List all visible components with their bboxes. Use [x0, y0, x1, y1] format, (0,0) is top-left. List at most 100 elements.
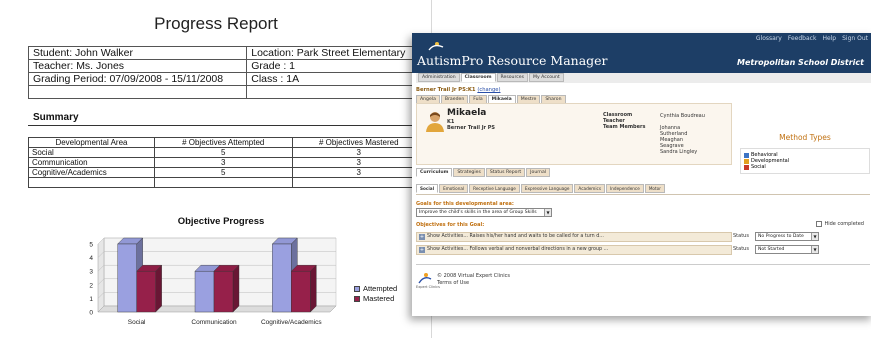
feedback-link[interactable]: Feedback	[788, 35, 817, 42]
grading-period: Grading Period: 07/09/2008 - 15/11/2008	[27, 72, 248, 86]
glossary-link[interactable]: Glossary	[756, 35, 782, 42]
goal-select[interactable]: Improve the child's skills in the area o…	[416, 208, 552, 217]
footer-divider	[416, 264, 870, 265]
expand-icon[interactable]: +	[419, 234, 425, 240]
change-class-link[interactable]: (change)	[477, 87, 500, 93]
team-member: Sandra Lingley	[660, 149, 698, 155]
tab-area-social[interactable]: Social	[416, 184, 439, 193]
hide-completed-toggle[interactable]: Hide completed	[816, 221, 864, 227]
progress-report-document: Progress Report Student: John Walker Loc…	[0, 0, 432, 338]
summary-cell: Communication	[28, 157, 155, 168]
summary-divider	[28, 125, 426, 126]
x-tick-label: Communication	[191, 319, 237, 326]
y-tick-label: 1	[89, 296, 93, 303]
objective-row[interactable]: + Show Activities... Raises his/her hand…	[416, 232, 732, 242]
tab-status-report[interactable]: Status Report	[485, 168, 526, 177]
summary-cell	[153, 177, 293, 188]
student-info-table: Student: John Walker Location: Park Stre…	[27, 46, 426, 99]
behavioral-swatch-icon	[744, 152, 749, 158]
tab-my-account[interactable]: My Account	[528, 73, 564, 82]
chevron-down-icon: ▼	[811, 233, 818, 240]
learner-name: Mikaela	[447, 108, 487, 118]
breadcrumb-class: Berner Trail Jr PS:K1	[416, 87, 476, 93]
chart-legend: Attempted Mastered	[354, 284, 397, 304]
learner-school: Berner Trail Jr PS	[447, 125, 496, 131]
tab-area-motor[interactable]: Motor	[644, 184, 665, 193]
terms-of-use-link[interactable]: Terms of Use	[437, 280, 510, 287]
bar-mastered-social	[136, 271, 156, 313]
bar-attempted-social	[117, 243, 137, 313]
table-row: Communication 3 3	[28, 157, 426, 168]
autismpro-logo-icon	[428, 42, 444, 51]
tab-area-receptive-language[interactable]: Receptive Language	[469, 184, 520, 193]
footer: © 2008 Virtual Expert Clinics Terms of U…	[437, 273, 510, 287]
goal-selected-value: Improve the child's skills in the area o…	[419, 210, 537, 215]
method-types-panel: Method Types Behavioral Developmental So…	[740, 103, 870, 174]
developmental-swatch-icon	[744, 158, 749, 164]
learner-field-values: Cynthia Boudreau Johanna Sutherland Meag…	[660, 113, 705, 155]
table-row: Social 5 3	[28, 147, 426, 158]
table-row: Cognitive/Academics 5 3	[28, 167, 426, 178]
sign-out-link[interactable]: Sign Out	[842, 35, 868, 42]
y-tick-label: 4	[89, 255, 93, 262]
tab-area-expressive-language[interactable]: Expressive Language	[520, 184, 574, 193]
class: Class : 1A	[246, 72, 426, 86]
table-row	[28, 177, 426, 188]
legend-swatch	[354, 296, 360, 302]
chevron-down-icon: ▼	[811, 246, 818, 253]
learner-panel: Mikaela K1 Berner Trail Jr PS Classroom …	[416, 103, 732, 165]
bar-mastered-communication	[213, 271, 234, 313]
objective-text: Show Activities... Raises his/her hand a…	[427, 234, 604, 239]
summary-header-mastered: # Objectives Mastered	[291, 137, 426, 148]
legend-swatch	[354, 286, 360, 292]
objective-status-select[interactable]: Not Started ▼	[755, 245, 819, 254]
method-types-title: Method Types	[779, 133, 831, 142]
summary-header-attempted: # Objectives Attempted	[153, 137, 293, 148]
summary-cell: 5	[153, 147, 293, 158]
bar-mastered-communication-side	[232, 264, 240, 313]
bar-attempted-communication	[194, 271, 215, 313]
tab-journal[interactable]: Journal	[526, 168, 551, 177]
status-label: Status	[733, 246, 749, 252]
tab-classroom[interactable]: Classroom	[460, 73, 496, 82]
tab-resources[interactable]: Resources	[496, 73, 528, 82]
summary-cell	[28, 177, 155, 188]
hide-completed-checkbox[interactable]	[816, 221, 823, 227]
objectives-label: Objectives for this Goal:	[416, 222, 485, 228]
status-value: Not Started	[758, 247, 785, 252]
bar-attempted-cognitive-academics	[272, 243, 292, 313]
goals-label: Goals for this developmental area:	[416, 201, 514, 207]
legend-label: Mastered	[363, 294, 395, 303]
tab-administration[interactable]: Administration	[418, 73, 460, 82]
empty-cell	[246, 85, 426, 99]
expert-clinics-logo-icon	[418, 273, 432, 284]
tab-curriculum[interactable]: Curriculum	[416, 168, 453, 177]
objective-text: Show Activities... Follows verbal and no…	[427, 247, 609, 252]
objective-progress-chart: 0 1 2 3 4 5 Social Communication Cognitive/Acade…	[89, 237, 337, 326]
learner-details: K1 Berner Trail Jr PS	[447, 119, 495, 131]
chart-side-wall	[97, 237, 105, 313]
objective-row[interactable]: + Show Activities... Follows verbal and …	[416, 245, 732, 255]
legend-item-attempted: Attempted	[354, 284, 397, 294]
chevron-down-icon: ▼	[544, 209, 551, 216]
y-tick-label: 5	[89, 242, 93, 249]
main-tabs: Administration Classroom Resources My Ac…	[416, 73, 871, 83]
breadcrumb: Berner Trail Jr PS:K1 (change)	[416, 87, 500, 93]
method-label: Social	[751, 164, 766, 170]
x-tick-label: Cognitive/Academics	[261, 319, 322, 326]
curriculum-tabs: Curriculum Strategies Status Report Jour…	[416, 168, 551, 177]
app-header: Glossary Feedback Help Sign Out AutismPr…	[412, 33, 871, 73]
x-tick-label: Social	[128, 319, 146, 326]
teacher-value: Cynthia Boudreau	[660, 113, 705, 119]
y-tick-label: 0	[89, 310, 93, 317]
summary-heading: Summary	[33, 112, 79, 123]
summary-cell: Social	[28, 147, 155, 158]
tab-strategies[interactable]: Strategies	[453, 168, 485, 177]
tab-area-emotional[interactable]: Emotional	[439, 184, 469, 193]
summary-cell: 3	[291, 167, 426, 178]
help-link[interactable]: Help	[822, 35, 836, 42]
expand-icon[interactable]: +	[419, 247, 425, 253]
tab-area-independence[interactable]: Independence	[606, 184, 644, 193]
tab-area-academics[interactable]: Academics	[574, 184, 606, 193]
objective-status-select[interactable]: No Progress to Date ▼	[755, 232, 819, 241]
